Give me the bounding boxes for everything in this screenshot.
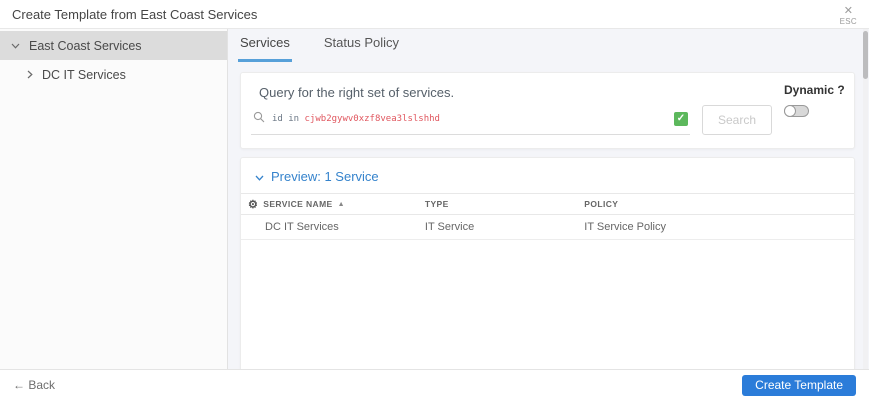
query-valid-checkbox[interactable]: ✓ bbox=[674, 112, 688, 126]
esc-label: ESC bbox=[839, 17, 857, 26]
services-table: ⚙ SERVICE NAME ▲ TYPE POLICY DC IT Servi… bbox=[241, 193, 854, 240]
toggle-knob bbox=[784, 105, 796, 117]
tree-item-label: East Coast Services bbox=[29, 38, 142, 53]
tree-item-dc-it-services[interactable]: DC IT Services bbox=[0, 60, 227, 89]
query-text: id in cjwb2gywv0xzf8vea3lslshhd bbox=[272, 114, 440, 124]
preview-card: Preview: 1 Service ⚙ SERVICE NAME ▲ TYPE… bbox=[240, 157, 855, 369]
preview-collapse-header[interactable]: Preview: 1 Service bbox=[241, 158, 854, 193]
query-value: cjwb2gywv0xzf8vea3lslshhd bbox=[304, 114, 440, 124]
scrollbar-track[interactable] bbox=[863, 29, 868, 369]
tab-status-policy[interactable]: Status Policy bbox=[322, 35, 401, 62]
close-button[interactable]: ✕ ESC bbox=[840, 2, 857, 26]
tree-item-east-coast-services[interactable]: East Coast Services bbox=[0, 31, 227, 60]
cell-policy: IT Service Policy bbox=[584, 221, 666, 233]
query-section: Query for the right set of services. id … bbox=[251, 83, 690, 135]
query-input[interactable]: id in cjwb2gywv0xzf8vea3lslshhd ✓ bbox=[251, 107, 690, 135]
dynamic-label: Dynamic ? bbox=[784, 83, 845, 97]
table-row[interactable]: DC IT Services IT Service IT Service Pol… bbox=[241, 215, 854, 240]
tree-item-label: DC IT Services bbox=[42, 67, 126, 82]
query-prefix: id in bbox=[272, 114, 300, 124]
search-button[interactable]: Search bbox=[702, 105, 772, 135]
service-tree-sidebar: East Coast Services DC IT Services bbox=[0, 29, 228, 369]
query-instruction: Query for the right set of services. bbox=[259, 85, 455, 100]
dialog-body: East Coast Services DC IT Services Servi… bbox=[0, 29, 869, 369]
create-template-dialog: Create Template from East Coast Services… bbox=[0, 0, 869, 400]
sort-asc-icon[interactable]: ▲ bbox=[338, 201, 345, 208]
chevron-down-icon[interactable] bbox=[11, 43, 20, 49]
dynamic-toggle[interactable] bbox=[784, 105, 809, 117]
gear-icon[interactable]: ⚙ bbox=[248, 198, 258, 211]
close-icon: ✕ bbox=[843, 5, 853, 17]
check-icon: ✓ bbox=[676, 113, 686, 124]
dialog-footer: ← Back Create Template bbox=[0, 369, 869, 400]
page-title: Create Template from East Coast Services bbox=[12, 6, 258, 22]
dynamic-section: Dynamic ? bbox=[784, 83, 845, 135]
scrollbar-thumb[interactable] bbox=[863, 31, 868, 79]
search-icon bbox=[253, 110, 265, 128]
col-policy[interactable]: POLICY bbox=[584, 194, 854, 215]
tab-services[interactable]: Services bbox=[238, 35, 292, 62]
create-template-button[interactable]: Create Template bbox=[742, 374, 856, 396]
tab-bar: Services Status Policy bbox=[228, 29, 869, 62]
query-card: Query for the right set of services. id … bbox=[240, 72, 855, 149]
col-service-name[interactable]: SERVICE NAME bbox=[263, 199, 332, 209]
cell-service-name: DC IT Services bbox=[265, 221, 339, 233]
col-type[interactable]: TYPE bbox=[425, 194, 584, 215]
preview-heading: Preview: 1 Service bbox=[271, 169, 379, 184]
cell-type: IT Service bbox=[424, 221, 475, 233]
chevron-down-icon bbox=[255, 169, 264, 184]
table-header-row: ⚙ SERVICE NAME ▲ TYPE POLICY bbox=[241, 193, 854, 215]
main-panel: Services Status Policy Query for the rig… bbox=[228, 29, 869, 369]
back-button[interactable]: ← Back bbox=[13, 378, 55, 392]
dialog-header: Create Template from East Coast Services… bbox=[0, 0, 869, 29]
chevron-right-icon[interactable] bbox=[27, 70, 33, 79]
